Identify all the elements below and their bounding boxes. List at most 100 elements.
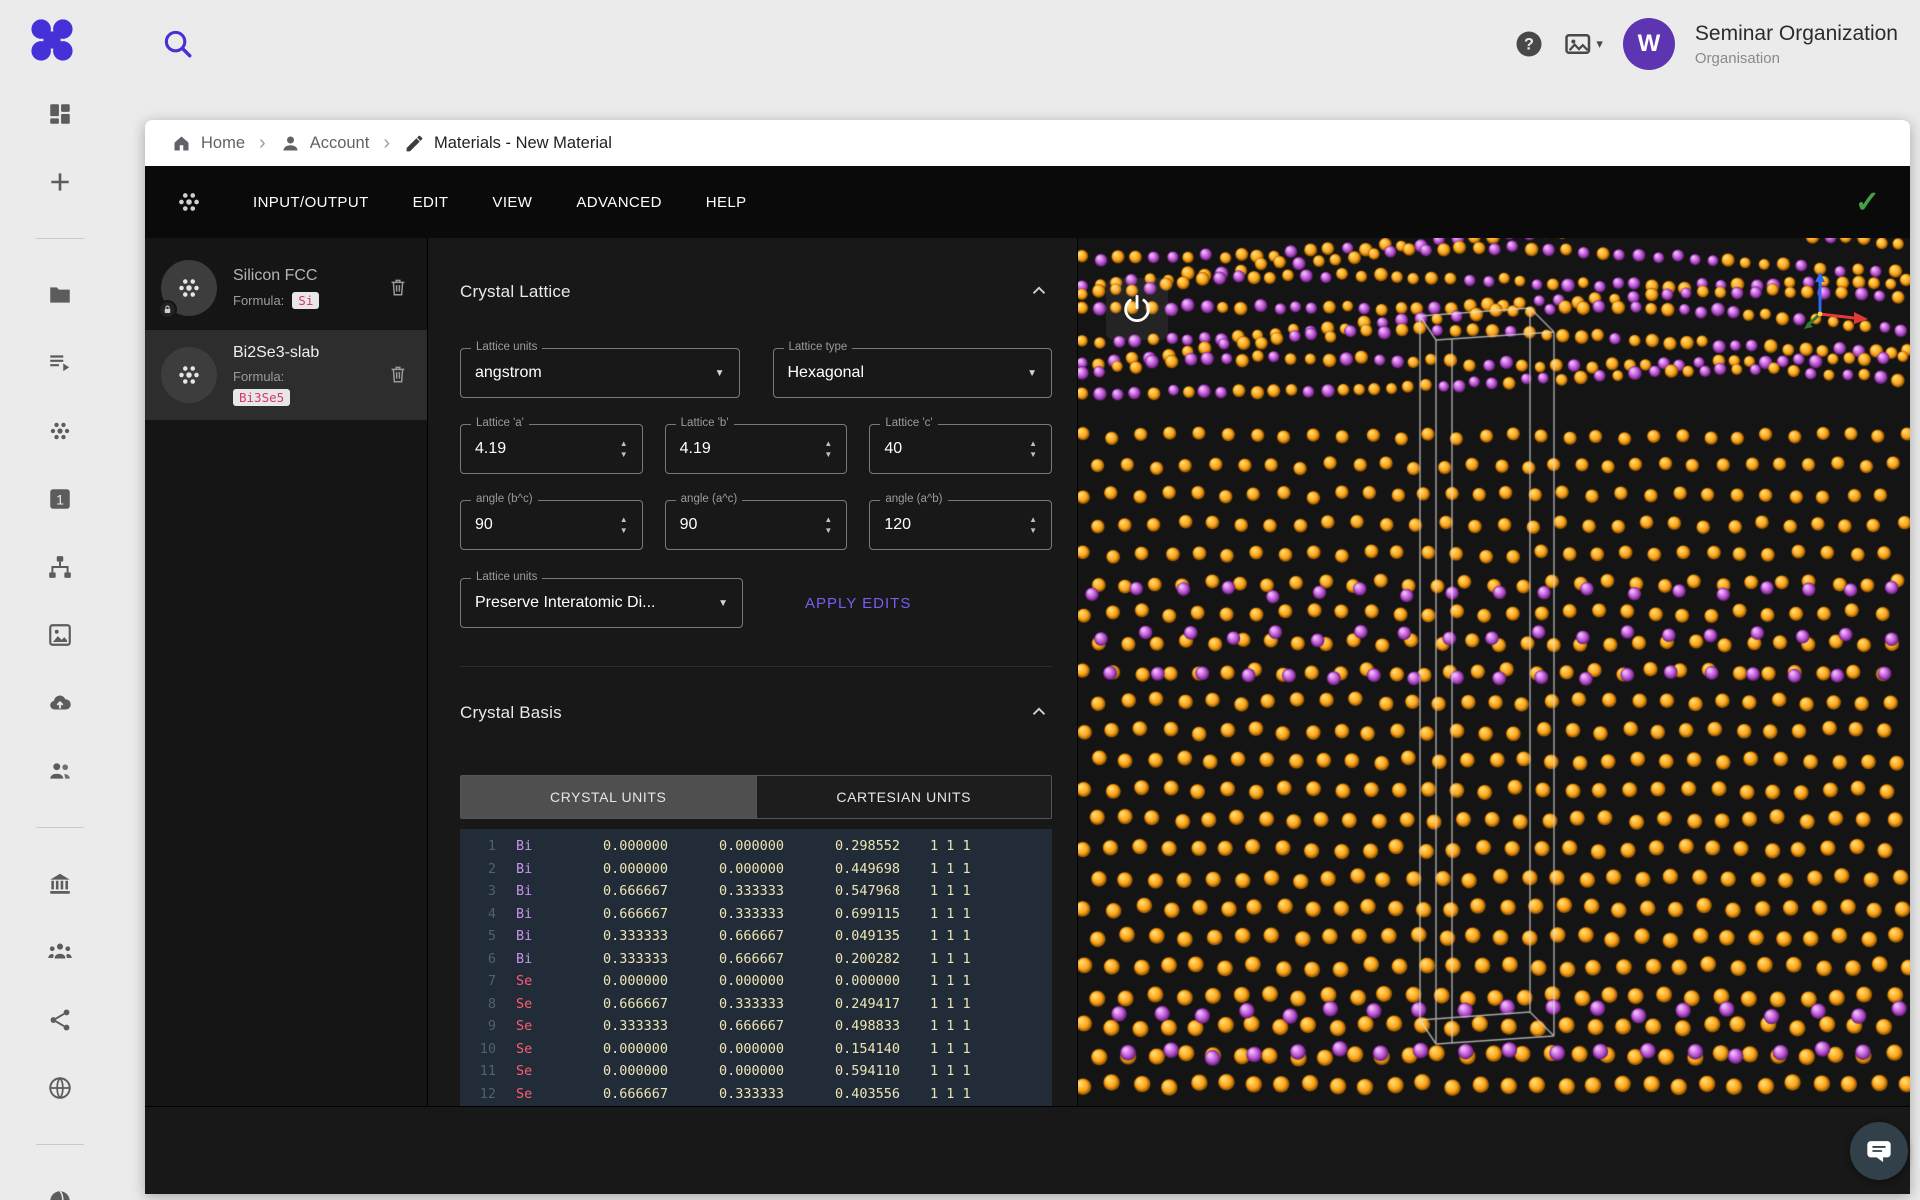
menu-view[interactable]: VIEW [492,194,532,211]
basis-row[interactable]: 3Bi0.6666670.3333330.5479681 1 1 [460,880,1052,903]
lock-icon [158,300,177,319]
basis-row[interactable]: 12Se0.6666670.3333330.4035561 1 1 [460,1083,1052,1106]
lattice-b-input[interactable]: Lattice 'b' 4.19 ▲▼ [665,424,848,474]
axes-gizmo-icon[interactable] [1800,266,1874,340]
chat-launcher-button[interactable] [1850,1122,1908,1180]
structure-canvas[interactable] [1078,238,1910,1106]
apply-edits-button[interactable]: APPLY EDITS [805,595,911,612]
material-item-bi2se3-slab[interactable]: Bi2Se3-slab Formula: Bi3Se5 [145,330,427,420]
breadcrumb-chevron-icon: › [257,132,268,155]
basis-row[interactable]: 2Bi0.0000000.0000000.4496981 1 1 [460,858,1052,881]
breadcrumb-current[interactable]: Materials - New Material [404,133,612,154]
image-icon[interactable] [46,621,74,649]
material-avatar [161,260,217,316]
app-logo-icon[interactable] [26,14,78,66]
help-icon[interactable]: ? [1514,29,1544,59]
basis-row[interactable]: 9Se0.3333330.6666670.4988331 1 1 [460,1015,1052,1038]
formula-label: Formula: [233,293,284,308]
trash-icon [387,276,409,298]
number-stepper[interactable]: ▲▼ [620,440,628,459]
materials-designer-window: Home › Account › Materials - New Materia… [145,120,1910,1194]
delete-material-button[interactable] [387,363,411,387]
lattice-type-select[interactable]: Lattice type Hexagonal ▼ [773,348,1053,398]
app-sidebar: 1 [0,100,120,1200]
basis-row[interactable]: 4Bi0.6666670.3333330.6991151 1 1 [460,903,1052,926]
angle-bc-input[interactable]: angle (b^c) 90 ▲▼ [460,500,643,550]
collapse-basis-button[interactable] [1028,701,1052,725]
add-icon[interactable] [46,168,74,196]
dashboard-icon[interactable] [46,100,74,128]
formula-chip: Bi3Se5 [233,389,290,406]
chat-bubble-icon [1865,1137,1893,1165]
org-type: Organisation [1695,50,1898,67]
material-avatar [161,347,217,403]
dropdown-caret-icon: ▾ [1596,36,1603,52]
workflow-icon[interactable] [46,553,74,581]
material-name: Silicon FCC [233,267,319,285]
search-icon[interactable] [160,26,194,60]
collapse-lattice-button[interactable] [1028,280,1052,304]
user-avatar[interactable]: W [1623,18,1675,70]
angle-ab-input[interactable]: angle (a^b) 120 ▲▼ [869,500,1052,550]
menu-help[interactable]: HELP [706,194,747,211]
home-icon [171,133,192,154]
menu-advanced[interactable]: ADVANCED [576,194,661,211]
svg-text:?: ? [1524,36,1534,54]
cloud-upload-icon[interactable] [46,689,74,717]
section-divider [460,666,1052,667]
snapshot-menu-icon[interactable]: ▾ [1564,31,1603,57]
delete-material-button[interactable] [387,276,411,300]
jobs-list-icon[interactable] [46,349,74,377]
lattice-c-input[interactable]: Lattice 'c' 40 ▲▼ [869,424,1052,474]
number-stepper[interactable]: ▲▼ [824,516,832,535]
material-name: Bi2Se3-slab [233,344,319,362]
sidebar-divider [36,827,84,828]
tab-crystal-units[interactable]: CRYSTAL UNITS [461,776,756,818]
bank-icon[interactable] [46,870,74,898]
basis-row[interactable]: 11Se0.0000000.0000000.5941101 1 1 [460,1060,1052,1083]
power-button[interactable] [1106,278,1168,340]
power-icon [1120,292,1154,326]
molecule-icon [174,360,204,390]
basis-row[interactable]: 5Bi0.3333330.6666670.0491351 1 1 [460,925,1052,948]
breadcrumb-account[interactable]: Account [280,133,370,154]
number-stepper[interactable]: ▲▼ [824,440,832,459]
saved-check-icon: ✓ [1855,185,1880,220]
basis-row[interactable]: 10Se0.0000000.0000000.1541401 1 1 [460,1038,1052,1061]
material-item-silicon-fcc[interactable]: Silicon FCC Formula: Si [145,246,427,330]
breadcrumb: Home › Account › Materials - New Materia… [145,120,1910,166]
structure-viewer [1078,238,1910,1106]
basis-row[interactable]: 8Se0.6666670.3333330.2494171 1 1 [460,993,1052,1016]
trash-icon [387,363,409,385]
svg-text:1: 1 [56,491,64,507]
designer-menubar: INPUT/OUTPUT EDIT VIEW ADVANCED HELP ✓ [145,166,1910,238]
sidebar-divider [36,238,84,239]
tab-cartesian-units[interactable]: CARTESIAN UNITS [756,776,1052,818]
sidebar-divider [36,1144,84,1145]
public-icon[interactable] [46,1187,74,1200]
team-icon[interactable] [46,938,74,966]
breadcrumb-home[interactable]: Home [171,133,245,154]
lattice-units-select[interactable]: Lattice units angstrom ▼ [460,348,740,398]
basis-row[interactable]: 6Bi0.3333330.6666670.2002821 1 1 [460,948,1052,971]
angle-ac-input[interactable]: angle (a^c) 90 ▲▼ [665,500,848,550]
basis-editor[interactable]: 1Bi0.0000000.0000000.2985521 1 12Bi0.000… [460,829,1052,1106]
basis-row[interactable]: 7Se0.0000000.0000000.0000001 1 1 [460,970,1052,993]
one-badge-icon[interactable]: 1 [46,485,74,513]
chevron-down-icon: ▼ [1019,368,1037,379]
basis-row[interactable]: 1Bi0.0000000.0000000.2985521 1 1 [460,835,1052,858]
lattice-a-input[interactable]: Lattice 'a' 4.19 ▲▼ [460,424,643,474]
share-icon[interactable] [46,1006,74,1034]
formula-label: Formula: [233,369,319,384]
number-stepper[interactable]: ▲▼ [620,516,628,535]
menu-edit[interactable]: EDIT [413,194,449,211]
chevron-up-icon [1028,701,1050,723]
folder-icon[interactable] [46,281,74,309]
menu-input-output[interactable]: INPUT/OUTPUT [253,194,369,211]
number-stepper[interactable]: ▲▼ [1029,516,1037,535]
reparams-select[interactable]: Lattice units Preserve Interatomic Di...… [460,578,743,628]
people-icon[interactable] [46,757,74,785]
materials-icon[interactable] [46,417,74,445]
number-stepper[interactable]: ▲▼ [1029,440,1037,459]
globe-icon[interactable] [46,1074,74,1102]
